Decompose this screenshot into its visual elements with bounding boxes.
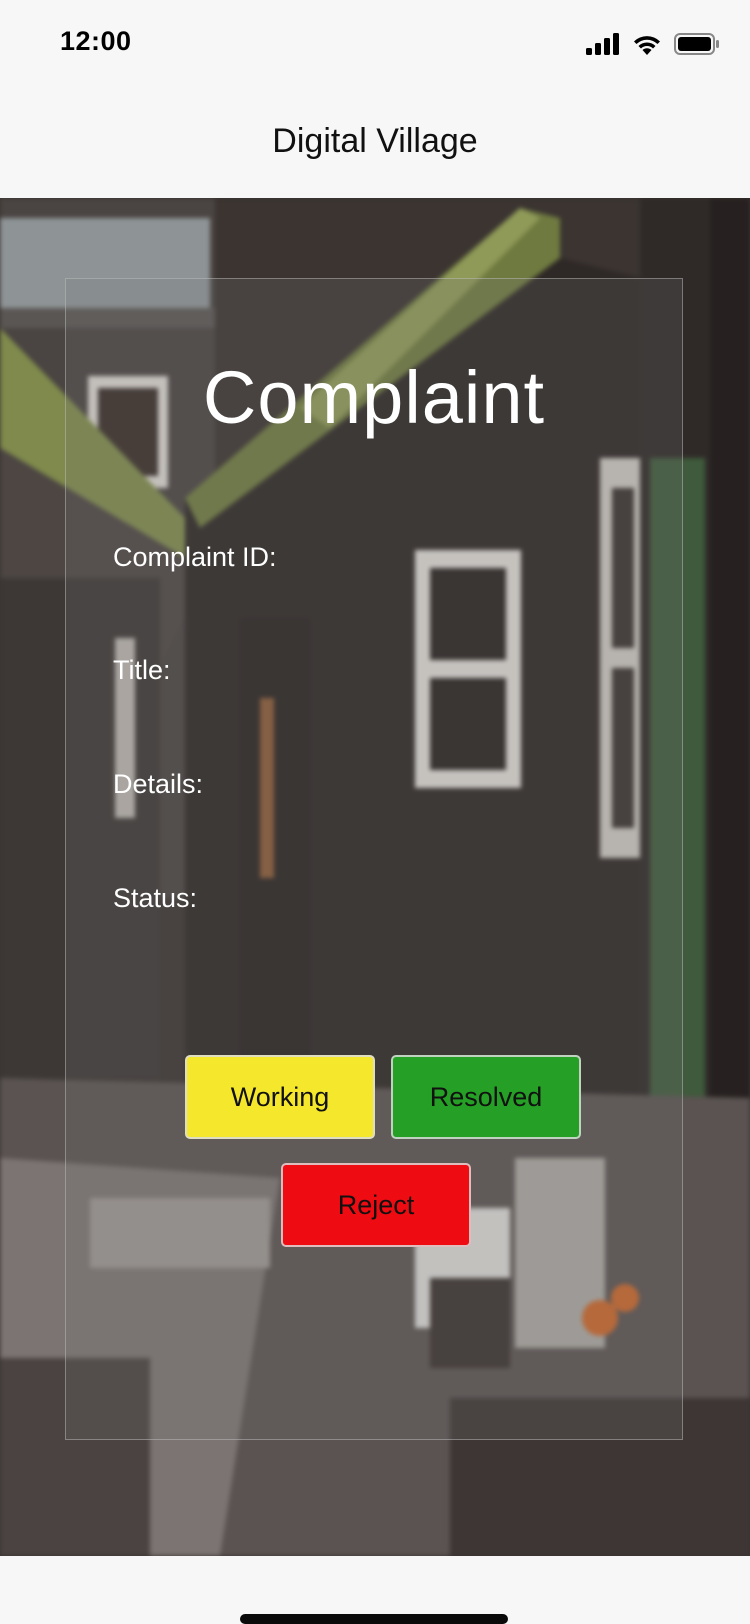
title-label: Title:	[113, 655, 171, 685]
app-header: Digital Village	[0, 90, 750, 198]
working-button[interactable]: Working	[185, 1055, 375, 1139]
home-indicator[interactable]	[240, 1614, 508, 1624]
complaint-card: Complaint Complaint ID: Title: Details: …	[65, 278, 683, 1440]
status-bar: 12:00	[0, 0, 750, 90]
status-icons	[586, 30, 720, 58]
wifi-icon	[634, 36, 660, 55]
app-title: Digital Village	[272, 121, 478, 160]
reject-button[interactable]: Reject	[281, 1163, 471, 1247]
status-time: 12:00	[60, 26, 132, 56]
resolved-button[interactable]: Resolved	[391, 1055, 581, 1139]
card-title: Complaint	[202, 356, 546, 439]
details-label: Details:	[113, 769, 204, 799]
status-label: Status:	[113, 883, 198, 913]
complaint-id-label: Complaint ID:	[113, 542, 277, 572]
battery-icon	[674, 33, 719, 55]
cellular-signal-icon	[586, 33, 619, 55]
